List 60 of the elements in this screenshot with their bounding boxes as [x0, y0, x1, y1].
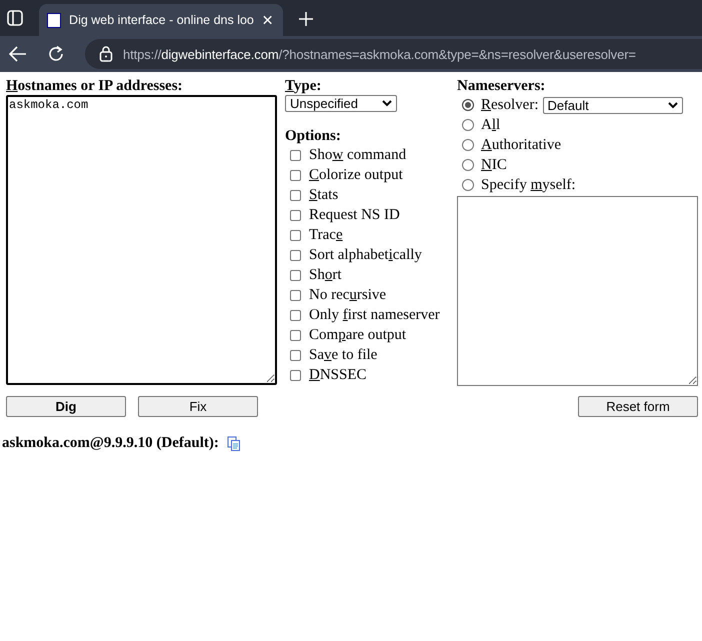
checkbox[interactable]	[290, 250, 301, 260]
nameservers-field[interactable]	[457, 196, 698, 386]
address-bar[interactable]: https://digwebinterface.com/?hostnames=askmoka.com&type=&ns=resolver&useresolver=	[85, 39, 702, 69]
checkbox[interactable]	[290, 330, 301, 340]
checkbox[interactable]	[290, 290, 301, 300]
checkbox-label: Stats	[309, 186, 338, 204]
reload-icon[interactable]	[47, 45, 65, 63]
browser-tab[interactable]: Dig web interface - online dns loo	[39, 4, 283, 36]
checkbox-label: Short	[309, 266, 342, 284]
radio-button[interactable]	[462, 99, 474, 111]
checkbox-label: Compare output	[309, 326, 406, 344]
checkbox[interactable]	[290, 350, 301, 360]
checkbox-label: Only first nameserver	[309, 306, 440, 324]
radio-button[interactable]	[462, 179, 474, 191]
radio-label: Resolver:	[481, 96, 538, 114]
radio-label: All	[481, 116, 500, 134]
tab-title: Dig web interface - online dns loo	[69, 13, 254, 27]
checkbox[interactable]	[290, 270, 301, 280]
section-label: Nameservers:	[457, 78, 546, 95]
checkbox[interactable]	[290, 170, 301, 180]
checkbox-label: No recursive	[309, 286, 386, 304]
favicon-icon	[47, 12, 62, 28]
checkbox-label: Colorize output	[309, 166, 403, 184]
form-button[interactable]: Fix	[138, 396, 258, 417]
radio-button[interactable]	[462, 159, 474, 171]
checkbox-label: Show command	[309, 146, 406, 164]
resolver-dropdown[interactable]: Default	[542, 96, 682, 114]
radio-label: NIC	[481, 156, 507, 174]
url-text: https://digwebinterface.com/?hostnames=askmoka.com&type=&ns=resolver&useresolver=	[123, 46, 636, 62]
checkbox[interactable]	[290, 190, 301, 200]
checkbox-label: Sort alphabetically	[309, 246, 422, 264]
close-icon[interactable]	[262, 14, 273, 26]
hostnames-field[interactable]: askmoka.com	[6, 95, 277, 385]
section-label: Options:	[285, 128, 341, 145]
reset-button[interactable]: Reset form	[578, 396, 698, 417]
copy-icon[interactable]	[226, 436, 241, 452]
radio-button[interactable]	[462, 119, 474, 131]
checkbox-label: DNSSEC	[309, 366, 367, 384]
checkbox[interactable]	[290, 310, 301, 320]
lock-icon	[99, 46, 113, 62]
checkbox-label: Trace	[309, 226, 343, 244]
checkbox[interactable]	[290, 370, 301, 380]
checkbox-label: Request NS ID	[309, 206, 400, 224]
chevron-down-icon	[668, 102, 678, 108]
radio-label: Specify myself:	[481, 176, 576, 194]
checkbox[interactable]	[290, 210, 301, 220]
sidebar-icon[interactable]	[7, 10, 23, 26]
result-heading: askmoka.com@9.9.9.10 (Default):	[2, 435, 219, 452]
checkbox-label: Save to file	[309, 346, 378, 364]
type-dropdown[interactable]: Unspecified	[285, 95, 397, 112]
form-button[interactable]: Dig	[6, 396, 126, 417]
checkbox[interactable]	[290, 230, 301, 240]
field-label: Type:	[285, 78, 322, 95]
checkbox[interactable]	[290, 150, 301, 160]
field-label: Hostnames or IP addresses:	[6, 78, 184, 95]
radio-button[interactable]	[462, 139, 474, 151]
new-tab-icon[interactable]	[299, 12, 313, 26]
radio-label: Authoritative	[481, 136, 561, 154]
chevron-down-icon	[382, 100, 392, 107]
back-arrow-icon[interactable]	[9, 46, 27, 62]
